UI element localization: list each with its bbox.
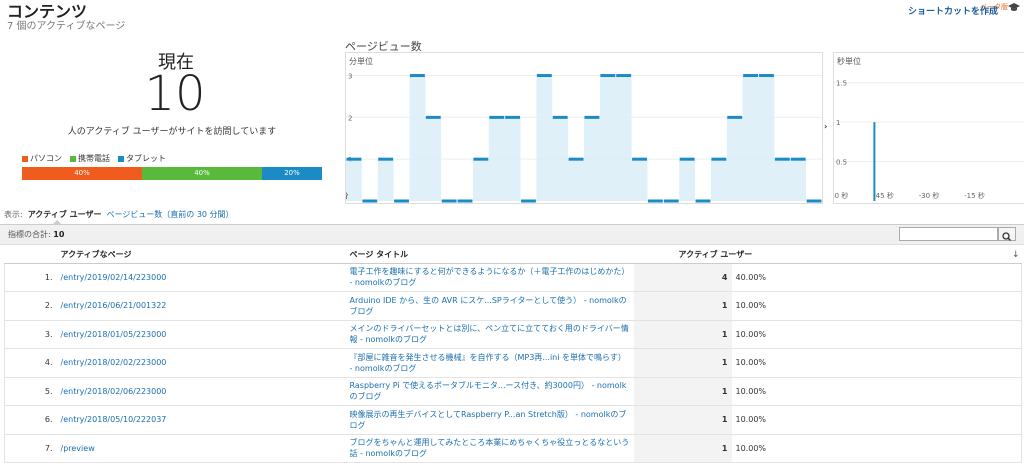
row-title-link[interactable]: 映像展示の再生デバイスとしてRaspberry P...an Stretch版）…: [346, 406, 634, 435]
table-header-row: アクティブなページ ページ タイトル アクティブ ユーザー: [5, 246, 1022, 263]
second-y-tick: 1.5: [836, 80, 847, 88]
minute-y-tick: 3: [348, 73, 352, 81]
row-user-percent: 10.00%: [732, 320, 1022, 349]
table-row: 5./entry/2018/02/06/223000Raspberry Pi で…: [5, 377, 1022, 406]
sort-desc-icon[interactable]: ↓: [1012, 250, 1020, 260]
chevron-right-icon[interactable]: ›: [824, 122, 827, 131]
table-row: 7./previewブログをちゃんと運用してみたところ本業にめちゃくちゃ役立っと…: [5, 434, 1022, 463]
view-tab-pageviews[interactable]: ページビュー数（直前の 30 分間）: [106, 209, 233, 220]
active-pages-table: アクティブなページ ページ タイトル アクティブ ユーザー 1./entry/2…: [4, 246, 1022, 463]
row-index: 1.: [5, 263, 57, 292]
table-row: 4./entry/2018/02/02/223000『部屋に雑音を発生させる機械…: [5, 349, 1022, 378]
row-page-link[interactable]: /preview: [57, 434, 346, 463]
device-share-tablet: 20%: [262, 167, 322, 180]
view-selector: 表示: アクティブ ユーザー ページビュー数（直前の 30 分間）: [4, 209, 234, 220]
device-legend: パソコン 携帯電話 タブレット: [22, 153, 166, 164]
row-user-percent: 10.00%: [732, 292, 1022, 321]
row-index: 6.: [5, 406, 57, 435]
header-active-users[interactable]: アクティブ ユーザー: [634, 246, 1022, 263]
page-title: コンテンツ: [7, 3, 125, 21]
minute-x-tick: -11 分: [346, 191, 348, 200]
header-active-page[interactable]: アクティブなページ: [57, 246, 346, 263]
active-users-description: 人のアクティブ ユーザーがサイトを訪問しています: [42, 124, 302, 137]
totals-text: 指標の合計: 10: [8, 229, 64, 240]
row-title-link[interactable]: メインのドライバーセットとは別に、ペン立てに立てておく用のドライバー情報 - n…: [346, 320, 634, 349]
header-page-title[interactable]: ページ タイトル: [346, 246, 634, 263]
row-title-link[interactable]: ブログをちゃんと運用してみたところ本業にめちゃくちゃ役立っとるなという話 - n…: [346, 434, 634, 463]
legend-tablet-label: タブレット: [126, 153, 166, 164]
beta-badge: ベータ版: [980, 2, 1008, 12]
second-bar: [873, 122, 875, 201]
second-chart-panel: 秒単位 0.511.5-60 秒-45 秒-30 秒-15 秒: [833, 52, 1024, 204]
table-row: 3./entry/2018/01/05/223000メインのドライバーセットとは…: [5, 320, 1022, 349]
legend-desktop-label: パソコン: [30, 153, 62, 164]
view-tab-active-users[interactable]: アクティブ ユーザー: [28, 209, 102, 220]
table-row: 1./entry/2019/02/14/223000電子工作を趣味にすると何がで…: [5, 263, 1022, 292]
row-title-link[interactable]: Raspberry Pi で使えるポータブルモニタ...ース付き、約3000円）…: [346, 377, 634, 406]
row-title-link[interactable]: Arduino IDE から、生の AVR にスケ...SPライターとして使う）…: [346, 292, 634, 321]
row-title-link[interactable]: 電子工作を趣味にすると何ができるようになるか（＋電子工作のはじめかた） - no…: [346, 263, 634, 292]
page-header: コンテンツ 7 個のアクティブなページ: [7, 3, 125, 33]
second-x-tick: -30 秒: [919, 191, 940, 200]
view-label: 表示:: [4, 209, 23, 220]
second-chart: 0.5 1 1.5 -60 秒 -45 秒 -30 秒 -15 秒: [834, 53, 1024, 203]
row-index: 4.: [5, 349, 57, 378]
row-user-percent: 10.00%: [732, 377, 1022, 406]
device-share-desktop: 40%: [22, 167, 142, 180]
search-icon: [999, 231, 1015, 243]
row-index: 3.: [5, 320, 57, 349]
minute-chart-panel: 分単位 123-26 分-21 分-16 分-11 分-6 分-1 分: [345, 52, 823, 204]
row-user-percent: 10.00%: [732, 434, 1022, 463]
row-index: 2.: [5, 292, 57, 321]
row-user-percent: 10.00%: [732, 406, 1022, 435]
search-button[interactable]: [998, 227, 1016, 241]
row-page-link[interactable]: /entry/2018/05/10/222037: [57, 406, 346, 435]
row-index: 7.: [5, 434, 57, 463]
totals-label: 指標の合計:: [8, 230, 51, 239]
second-x-tick: -45 秒: [873, 191, 894, 200]
legend-desktop: パソコン: [22, 153, 62, 164]
row-user-count: 4: [634, 263, 732, 292]
totals-bar: 指標の合計: 10: [0, 225, 1024, 245]
row-user-count: 1: [634, 349, 732, 378]
row-user-count: 1: [634, 320, 732, 349]
header-index: [5, 246, 57, 263]
legend-desktop-swatch: [22, 156, 28, 162]
second-x-tick: -60 秒: [834, 191, 848, 200]
row-user-percent: 10.00%: [732, 349, 1022, 378]
legend-tablet-swatch: [118, 156, 124, 162]
device-share-mobile: 40%: [142, 167, 262, 180]
table-search-input[interactable]: [899, 227, 998, 241]
row-title-link[interactable]: 『部屋に雑音を発生させる機械』を自作する（MP3再...ini を単体で鳴らす）…: [346, 349, 634, 378]
legend-mobile: 携帯電話: [70, 153, 110, 164]
row-page-link[interactable]: /entry/2018/01/05/223000: [57, 320, 346, 349]
minute-area: [346, 76, 822, 201]
legend-mobile-label: 携帯電話: [78, 153, 110, 164]
active-users-count: 10: [120, 66, 230, 122]
row-user-count: 1: [634, 292, 732, 321]
graduation-cap-icon[interactable]: [1008, 3, 1020, 12]
row-index: 5.: [5, 377, 57, 406]
row-user-count: 1: [634, 377, 732, 406]
row-page-link[interactable]: /entry/2018/02/02/223000: [57, 349, 346, 378]
device-share-bar: 40% 40% 20%: [22, 167, 322, 180]
table-row: 2./entry/2016/06/21/001322Arduino IDE から…: [5, 292, 1022, 321]
minute-chart: 123-26 分-21 分-16 分-11 分-6 分-1 分: [346, 53, 822, 203]
page-subtitle: 7 個のアクティブなページ: [7, 21, 125, 33]
second-y-tick: 0.5: [836, 159, 847, 167]
second-x-tick: -15 秒: [964, 191, 985, 200]
legend-tablet: タブレット: [118, 153, 166, 164]
row-user-count: 1: [634, 406, 732, 435]
row-page-link[interactable]: /entry/2016/06/21/001322: [57, 292, 346, 321]
table-row: 6./entry/2018/05/10/222037映像展示の再生デバイスとして…: [5, 406, 1022, 435]
row-user-percent: 40.00%: [732, 263, 1022, 292]
second-y-tick: 1: [836, 119, 840, 127]
minute-y-tick: 2: [348, 114, 352, 122]
row-user-count: 1: [634, 434, 732, 463]
totals-value: 10: [53, 230, 64, 239]
legend-mobile-swatch: [70, 156, 76, 162]
row-page-link[interactable]: /entry/2019/02/14/223000: [57, 263, 346, 292]
row-page-link[interactable]: /entry/2018/02/06/223000: [57, 377, 346, 406]
